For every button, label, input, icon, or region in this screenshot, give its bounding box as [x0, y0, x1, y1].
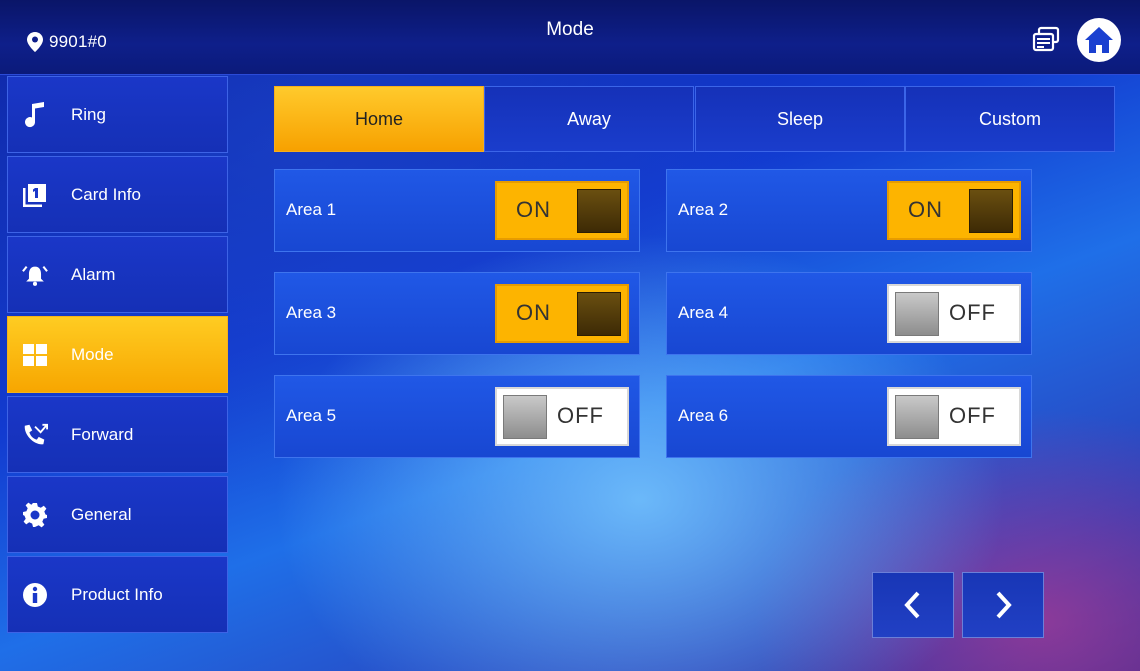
area-3-toggle[interactable]: ON	[495, 284, 629, 343]
sidebar-item-mode[interactable]: Mode	[7, 316, 228, 393]
area-5-toggle[interactable]: OFF	[495, 387, 629, 446]
page-title: Mode	[546, 19, 594, 40]
call-forward-icon	[22, 422, 48, 448]
area-label: Area 3	[286, 303, 337, 322]
area-card-5: Area 5 OFF	[274, 375, 640, 458]
chevron-left-icon	[904, 591, 920, 619]
gear-icon	[22, 502, 48, 528]
toggle-knob	[577, 292, 621, 336]
toggle-state: ON	[516, 300, 551, 325]
area-card-6: Area 6 OFF	[666, 375, 1032, 458]
tab-away[interactable]: Away	[484, 86, 694, 152]
area-label: Area 1	[286, 200, 337, 219]
toggle-state: ON	[516, 197, 551, 222]
sidebar-item-card-info[interactable]: Card Info	[7, 156, 228, 233]
mode-tabs: Home Away Sleep Custom	[274, 86, 1115, 152]
toggle-state: OFF	[949, 403, 996, 428]
area-6-toggle[interactable]: OFF	[887, 387, 1021, 446]
sidebar-item-label: Card Info	[71, 184, 141, 204]
tab-sleep[interactable]: Sleep	[695, 86, 905, 152]
sidebar-item-general[interactable]: General	[7, 476, 228, 553]
sidebar-item-label: Product Info	[71, 584, 163, 604]
area-card-2: Area 2 ON	[666, 169, 1032, 252]
area-card-3: Area 3 ON	[274, 272, 640, 355]
sidebar-item-forward[interactable]: Forward	[7, 396, 228, 473]
toggle-state: OFF	[557, 403, 604, 428]
toggle-knob	[895, 395, 939, 439]
info-icon	[22, 582, 48, 608]
toggle-knob	[895, 292, 939, 336]
sidebar-item-ring[interactable]: Ring	[7, 76, 228, 153]
area-1-toggle[interactable]: ON	[495, 181, 629, 240]
tab-home[interactable]: Home	[274, 86, 484, 152]
home-button[interactable]	[1077, 18, 1121, 62]
area-card-4: Area 4 OFF	[666, 272, 1032, 355]
toggle-state: ON	[908, 197, 943, 222]
chevron-right-icon	[996, 591, 1012, 619]
sidebar-item-label: Ring	[71, 104, 106, 124]
alarm-icon	[22, 262, 48, 288]
toggle-state: OFF	[949, 300, 996, 325]
toggle-knob	[577, 189, 621, 233]
top-bar: 9901#0 Mode	[0, 0, 1140, 75]
area-label: Area 5	[286, 406, 337, 425]
card-icon	[22, 182, 48, 208]
area-2-toggle[interactable]: ON	[887, 181, 1021, 240]
messages-icon[interactable]	[1032, 26, 1060, 54]
area-4-toggle[interactable]: OFF	[887, 284, 1021, 343]
area-label: Area 6	[678, 406, 729, 425]
home-icon	[1085, 27, 1113, 53]
prev-page-button[interactable]	[872, 572, 954, 638]
sidebar-item-alarm[interactable]: Alarm	[7, 236, 228, 313]
area-label: Area 2	[678, 200, 729, 219]
next-page-button[interactable]	[962, 572, 1044, 638]
area-card-1: Area 1 ON	[274, 169, 640, 252]
sidebar-item-label: Mode	[71, 344, 114, 364]
area-label: Area 4	[678, 303, 729, 322]
sidebar-item-product-info[interactable]: Product Info	[7, 556, 228, 633]
music-note-icon	[22, 101, 48, 128]
toggle-knob	[503, 395, 547, 439]
tab-custom[interactable]: Custom	[905, 86, 1115, 152]
sidebar-item-label: General	[71, 504, 132, 524]
mode-grid-icon	[22, 342, 48, 368]
sidebar-item-label: Alarm	[71, 264, 116, 284]
sidebar-item-label: Forward	[71, 424, 134, 444]
toggle-knob	[969, 189, 1013, 233]
